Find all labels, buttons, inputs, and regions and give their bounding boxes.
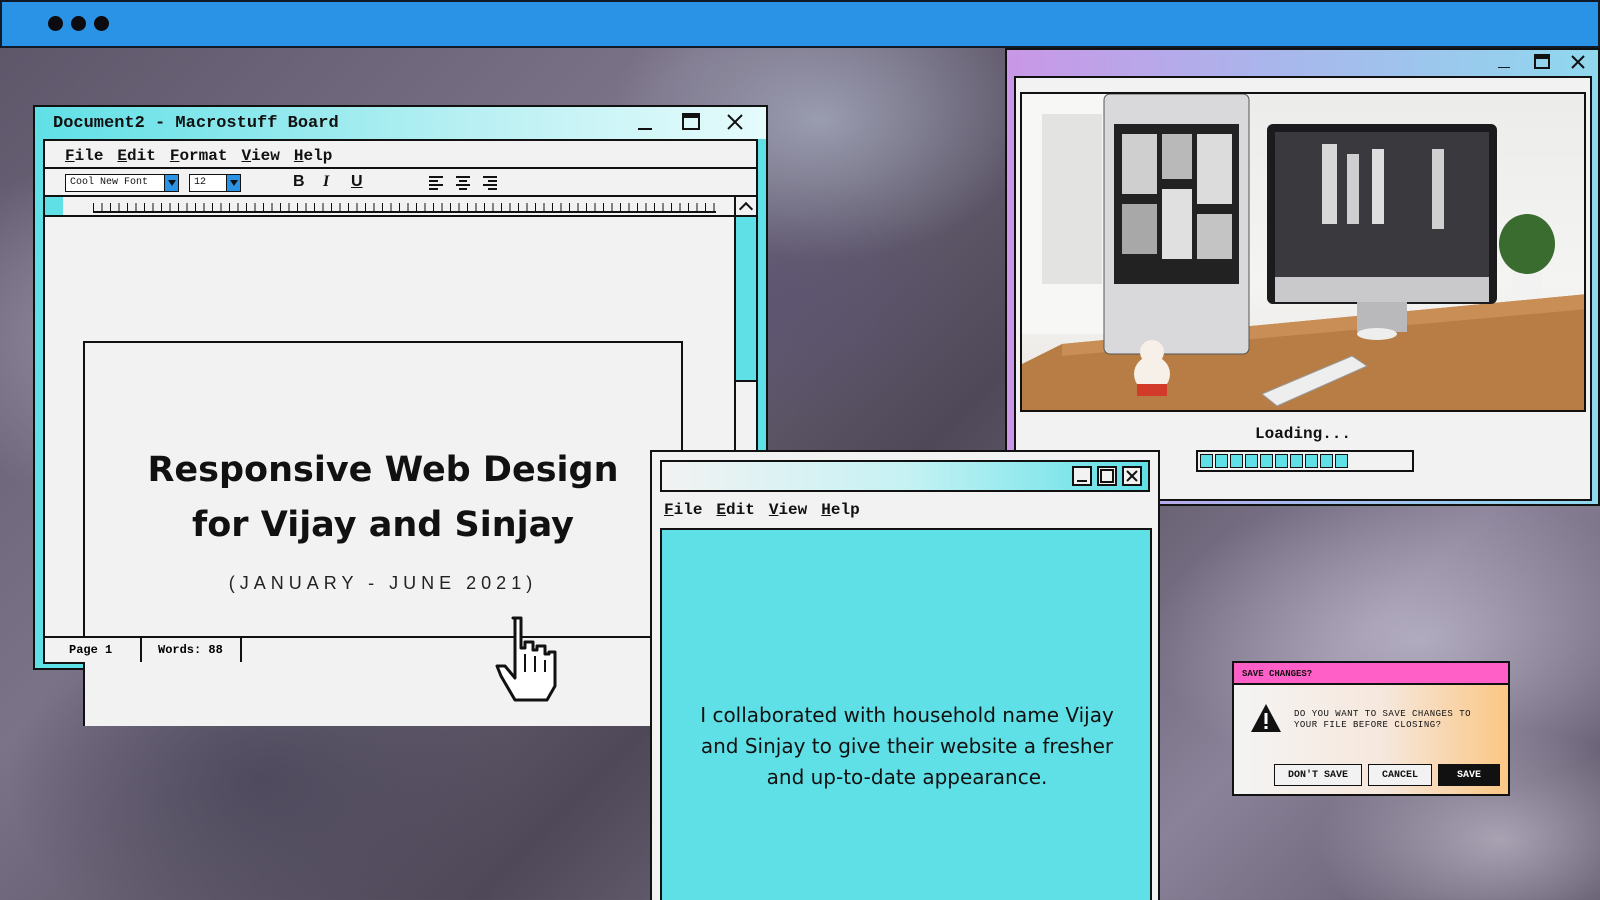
note-window: File Edit View Help I collaborated with … (650, 450, 1160, 900)
dialog-title: SAVE CHANGES? (1234, 663, 1508, 685)
menu-format[interactable]: Format (170, 147, 228, 165)
progress-segment (1200, 454, 1213, 468)
chevron-down-icon[interactable] (164, 175, 178, 191)
menu-view[interactable]: View (769, 501, 807, 519)
menu-file[interactable]: File (664, 501, 702, 519)
heading-line-2: for Vijay and Sinjay (192, 505, 574, 545)
save-dialog: SAVE CHANGES? DO YOU WANT TO SAVE CHANGE… (1232, 661, 1510, 796)
desk-photo (1020, 92, 1586, 412)
ruler-ticks (93, 203, 716, 213)
progress-segment (1260, 454, 1273, 468)
save-button[interactable]: SAVE (1438, 764, 1500, 786)
maximize-icon[interactable] (1097, 466, 1117, 486)
scroll-thumb[interactable] (736, 217, 756, 382)
document-title: Document2 - Macrostuff Board (53, 114, 339, 133)
photo-window: _ Loading... (1005, 48, 1600, 506)
minimize-icon[interactable] (1072, 466, 1092, 486)
maximize-icon[interactable] (1534, 54, 1550, 74)
close-icon[interactable] (1570, 54, 1586, 74)
progress-segment (1290, 454, 1303, 468)
note-titlebar[interactable] (660, 460, 1150, 492)
menu-view[interactable]: View (241, 147, 279, 165)
size-select[interactable]: 12 (189, 174, 241, 192)
progress-segment (1335, 454, 1348, 468)
heading-line-1: Responsive Web Design (147, 450, 619, 490)
document-menubar: File Edit Format View Help (65, 147, 332, 165)
chevron-down-icon[interactable] (226, 175, 240, 191)
status-words: Words: 88 (142, 638, 242, 662)
underline-icon[interactable]: U (351, 173, 363, 191)
dont-save-button[interactable]: DON'T SAVE (1274, 764, 1362, 786)
align-center-icon[interactable] (455, 175, 471, 196)
progress-segment (1215, 454, 1228, 468)
warning-icon (1251, 704, 1281, 732)
menu-edit[interactable]: Edit (716, 501, 754, 519)
progress-bar (1196, 450, 1414, 472)
italic-icon[interactable]: I (323, 173, 329, 191)
dot-1[interactable] (48, 16, 63, 31)
minimize-icon[interactable] (636, 113, 654, 135)
hand-cursor-icon (495, 616, 557, 702)
align-right-icon[interactable] (482, 175, 498, 196)
cancel-button[interactable]: CANCEL (1368, 764, 1432, 786)
menu-edit[interactable]: Edit (117, 147, 155, 165)
font-select[interactable]: Cool New Font (65, 174, 179, 192)
bold-icon[interactable]: B (293, 173, 305, 191)
dot-3[interactable] (94, 16, 109, 31)
menu-file[interactable]: File (65, 147, 103, 165)
progress-segment (1320, 454, 1333, 468)
note-body[interactable]: I collaborated with household name Vijay… (660, 528, 1152, 900)
document-subtitle: (JANUARY - JUNE 2021) (228, 573, 538, 593)
document-heading: Responsive Web Design for Vijay and Sinj… (85, 443, 681, 553)
window-dots (48, 16, 109, 31)
font-select-value: Cool New Font (70, 177, 149, 188)
document-titlebar[interactable]: Document2 - Macrostuff Board (35, 107, 766, 139)
menu-help[interactable]: Help (821, 501, 859, 519)
align-left-icon[interactable] (428, 175, 444, 196)
progress-segment (1245, 454, 1258, 468)
maximize-icon[interactable] (682, 113, 700, 135)
minimize-icon[interactable]: _ (1498, 52, 1510, 72)
note-text: I collaborated with household name Vijay… (700, 703, 1114, 789)
top-bar (0, 0, 1600, 48)
ruler-marker[interactable] (45, 197, 63, 215)
progress-segment (1305, 454, 1318, 468)
progress-segment (1230, 454, 1243, 468)
dot-2[interactable] (71, 16, 86, 31)
document-page[interactable]: Responsive Web Design for Vijay and Sinj… (83, 341, 683, 726)
size-select-value: 12 (194, 177, 207, 188)
loading-text: Loading... (1254, 425, 1351, 443)
close-icon[interactable] (726, 113, 744, 135)
close-icon[interactable] (1122, 466, 1142, 486)
scroll-up-icon[interactable] (736, 197, 756, 217)
menu-help[interactable]: Help (294, 147, 332, 165)
progress-segment (1275, 454, 1288, 468)
ruler (45, 197, 756, 217)
format-toolbar: Cool New Font 12 B I U (45, 167, 756, 197)
note-menubar: File Edit View Help (664, 501, 860, 519)
dialog-message: DO YOU WANT TO SAVE CHANGES TO YOUR FILE… (1294, 709, 1472, 730)
status-page: Page 1 (45, 638, 142, 662)
photo-frame: Loading... (1014, 76, 1592, 501)
